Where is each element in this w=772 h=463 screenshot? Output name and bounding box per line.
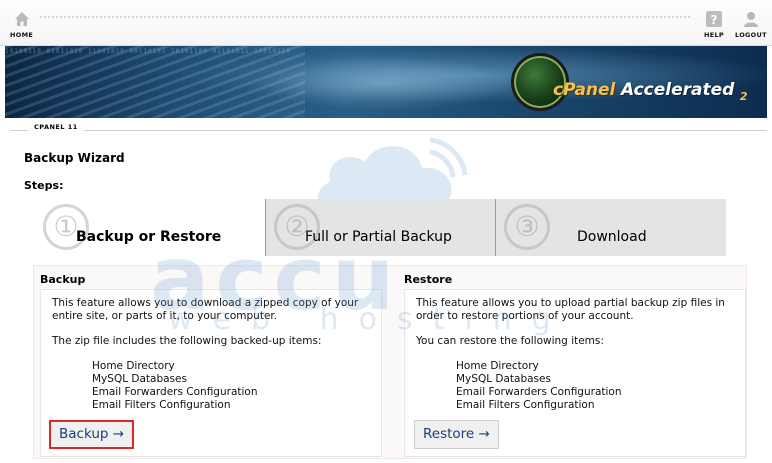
logout-button[interactable]: LOGOUT [735,10,767,39]
world-map-graphic [255,56,515,111]
step-label-3: Download [577,229,647,245]
restore-title: Restore [404,273,453,286]
breadcrumb[interactable]: CPANEL 11 [28,121,84,133]
backup-button[interactable]: Backup → [49,420,135,449]
user-icon [743,12,758,27]
list-item: Home Directory [456,360,539,372]
home-label: HOME [10,31,34,39]
home-button[interactable]: HOME [10,10,33,39]
breadcrumb-divider [10,130,767,131]
restore-panel: Restore This feature allows you to uploa… [398,266,748,460]
logo-accelerated-text: Accelerated [620,80,735,100]
list-item: Email Filters Configuration [456,399,595,411]
logo-version-text: 2 [739,90,748,103]
logout-label: LOGOUT [735,31,767,39]
list-item: Email Forwarders Configuration [456,386,622,398]
backup-items-list: Home Directory MySQL Databases Email For… [92,360,258,412]
svg-text:?: ? [711,13,718,27]
help-icon: ? [706,11,722,27]
logo-cpanel-text: cPanel [553,80,616,100]
home-icon [14,12,29,26]
watermark-sub-text: web hosting [168,302,571,337]
help-button[interactable]: ? HELP [704,10,724,39]
list-item: Email Filters Configuration [92,399,231,411]
list-item: MySQL Databases [92,373,187,385]
page-title: Backup Wizard [24,151,125,165]
top-nav-bar: HOME ? HELP LOGOUT [0,0,772,46]
step-number-3: ③ [504,204,550,250]
list-item: Email Forwarders Configuration [92,386,258,398]
restore-button[interactable]: Restore → [414,420,499,449]
list-item: MySQL Databases [456,373,551,385]
nav-divider [40,16,690,18]
cpanel-logo: cPanel Accelerated 2 [505,50,765,116]
restore-items-list: Home Directory MySQL Databases Email For… [456,360,622,412]
list-item: Home Directory [92,360,175,372]
cpanel-banner: 10100110 01011010 11001010 00110101 1010… [5,46,767,118]
steps-label: Steps: [24,179,64,192]
backup-title: Backup [40,273,86,286]
step-tab-download[interactable]: ③ Download [495,199,726,256]
help-label: HELP [704,31,724,39]
